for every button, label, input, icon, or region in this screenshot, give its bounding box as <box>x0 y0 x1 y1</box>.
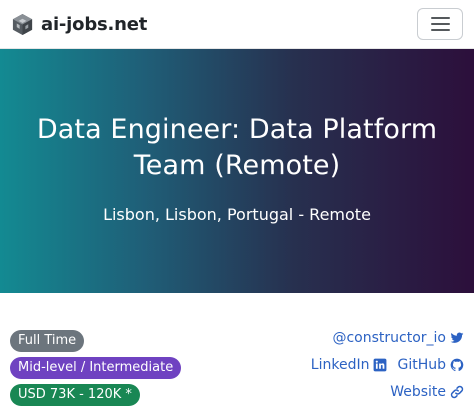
brand-name: ai-jobs.net <box>41 13 148 35</box>
website-link[interactable]: Website <box>390 384 464 400</box>
github-link[interactable]: GitHub <box>397 357 464 373</box>
website-label: Website <box>390 384 446 400</box>
twitter-icon <box>450 332 464 343</box>
job-location: Lisbon, Lisbon, Portugal - Remote <box>103 205 371 224</box>
cube-logo-icon <box>12 13 33 35</box>
linkedin-label: LinkedIn <box>310 357 370 373</box>
navbar: ai-jobs.net <box>0 0 474 49</box>
twitter-row: @constructor_io <box>332 328 464 348</box>
job-title: Data Engineer: Data Platform Team (Remot… <box>36 114 438 181</box>
linkedin-icon <box>374 358 387 372</box>
github-label: GitHub <box>397 357 446 373</box>
employment-type-badge[interactable]: Full Time <box>10 330 85 352</box>
experience-level-badge[interactable]: Mid-level / Intermediate <box>10 357 182 379</box>
social-links-row: LinkedIn GitHub <box>311 355 464 375</box>
menu-toggle-button[interactable] <box>417 8 463 40</box>
website-row: Website <box>390 382 464 402</box>
brand-link[interactable]: ai-jobs.net <box>11 12 147 36</box>
job-hero-banner: Data Engineer: Data Platform Team (Remot… <box>0 49 474 293</box>
linkedin-link[interactable]: LinkedIn <box>311 357 388 373</box>
github-icon <box>450 358 464 372</box>
link-chain-icon <box>450 385 464 399</box>
twitter-handle: @constructor_io <box>332 330 446 346</box>
salary-badge[interactable]: USD 73K - 120K * <box>10 384 140 406</box>
twitter-link[interactable]: @constructor_io <box>332 330 464 346</box>
